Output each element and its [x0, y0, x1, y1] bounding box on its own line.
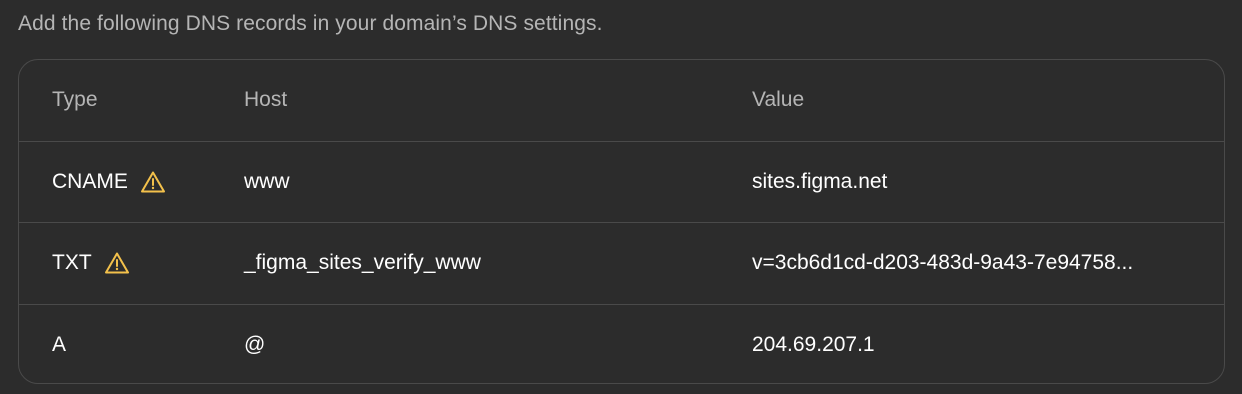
record-value-cell: 204.69.207.1: [752, 305, 1212, 384]
column-header-value-label: Value: [752, 88, 805, 112]
record-host-cell: @: [244, 333, 266, 357]
record-value-text: v=3cb6d1cd-d203-483d-9a43-7e94758...: [752, 251, 1134, 275]
table-row: TXT _figma_sites_verify_www v=3cb6d1cd-d…: [19, 223, 1224, 305]
record-type-label: A: [52, 333, 67, 357]
column-header-type: Type: [52, 88, 98, 112]
warning-icon[interactable]: [104, 251, 130, 275]
record-host-cell: www: [244, 169, 290, 193]
record-type-cell: TXT: [52, 223, 130, 304]
record-host-cell: _figma_sites_verify_www: [244, 251, 481, 275]
column-header-value: Value: [752, 60, 1212, 141]
instructions-text: Add the following DNS records in your do…: [18, 12, 603, 35]
column-header-host: Host: [244, 88, 288, 112]
record-value-cell: sites.figma.net: [752, 142, 1212, 223]
record-type-cell: A: [52, 305, 67, 384]
record-type-cell: CNAME: [52, 142, 166, 223]
record-type-label: TXT: [52, 251, 92, 275]
table-header-row: Type Host Value: [19, 60, 1224, 142]
record-value-text: sites.figma.net: [752, 169, 888, 193]
dns-records-table: Type Host Value CNAME www sites.figma.ne…: [18, 59, 1225, 384]
table-row: A @ 204.69.207.1: [19, 305, 1224, 384]
record-value-text: 204.69.207.1: [752, 333, 875, 357]
record-type-label: CNAME: [52, 169, 128, 193]
table-row: CNAME www sites.figma.net: [19, 142, 1224, 223]
record-value-cell: v=3cb6d1cd-d203-483d-9a43-7e94758...: [752, 223, 1212, 304]
warning-icon[interactable]: [140, 170, 166, 194]
